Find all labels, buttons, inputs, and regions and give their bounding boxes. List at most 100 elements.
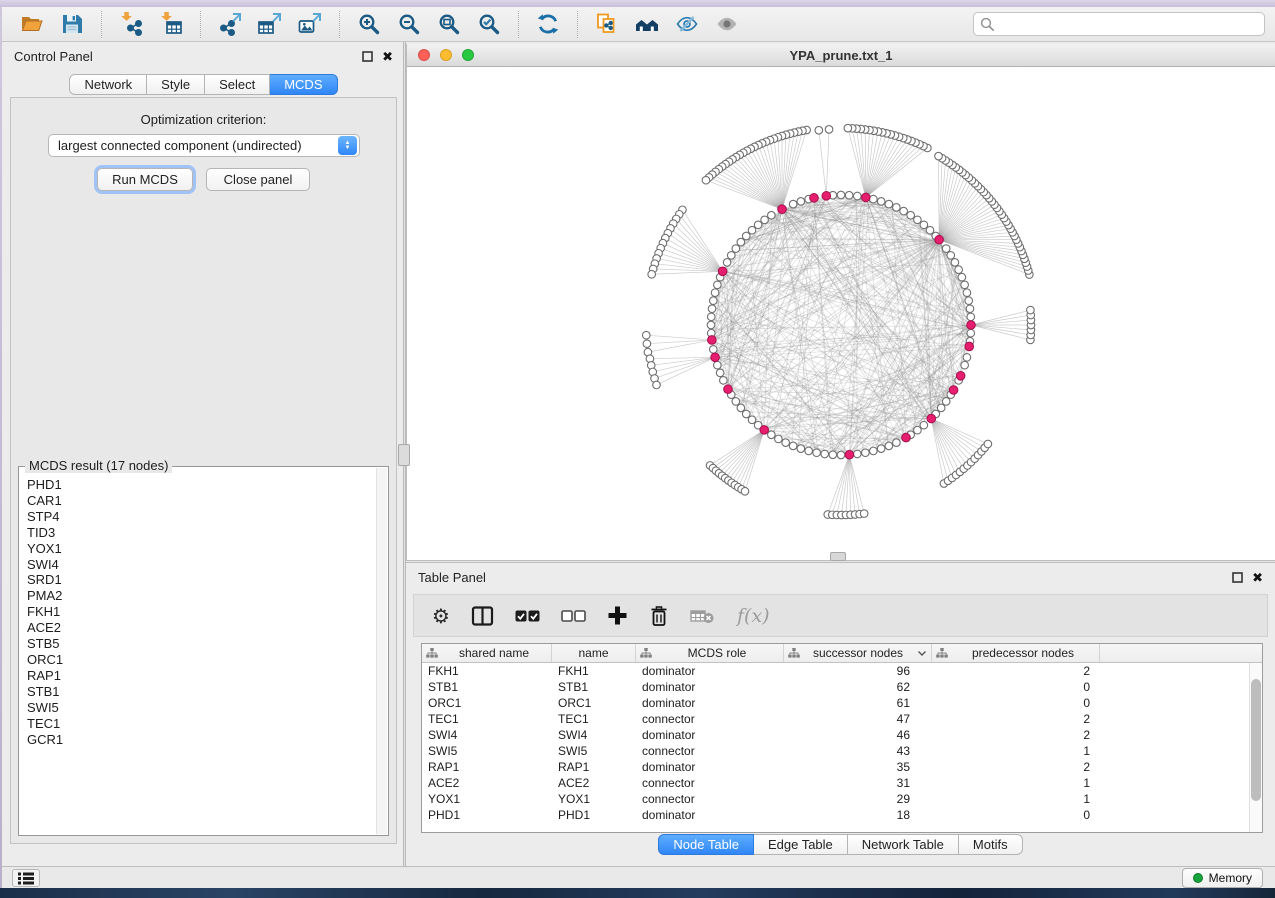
export-network-icon[interactable] [214, 9, 246, 39]
column-visibility-icon[interactable] [471, 605, 494, 627]
close-table-panel-icon[interactable]: ✖ [1252, 571, 1263, 584]
zoom-in-icon[interactable] [353, 9, 385, 39]
mcds-result-item[interactable]: GCR1 [27, 732, 376, 748]
mcds-result-item[interactable]: YOX1 [27, 541, 376, 557]
control-panel-tabs: NetworkStyleSelectMCDS [69, 74, 337, 95]
search-icon [980, 17, 995, 32]
task-history-button[interactable] [12, 869, 40, 887]
show-all-icon[interactable] [711, 9, 743, 39]
import-table-icon[interactable] [155, 9, 187, 39]
table-cell: connector [636, 743, 784, 759]
toolbar-separator [200, 11, 201, 38]
import-network-icon[interactable] [115, 9, 147, 39]
close-panel-button[interactable]: Close panel [206, 168, 310, 191]
memory-status-icon [1193, 873, 1203, 883]
table-row[interactable]: ACE2ACE2connector311 [422, 775, 1249, 791]
search-input[interactable] [995, 17, 1258, 32]
network-window-titlebar[interactable]: YPA_prune.txt_1 [407, 44, 1275, 67]
tab-mcds[interactable]: MCDS [270, 74, 337, 95]
table-row[interactable]: FKH1FKH1dominator962 [422, 663, 1249, 679]
network-window-title: YPA_prune.txt_1 [407, 48, 1275, 63]
toolbar-separator [339, 11, 340, 38]
column-header-name[interactable]: name [552, 644, 636, 662]
delete-columns-icon[interactable] [649, 605, 669, 627]
mcds-result-item[interactable]: TID3 [27, 525, 376, 541]
select-all-rows-icon[interactable] [515, 608, 540, 624]
hide-selected-icon[interactable] [671, 9, 703, 39]
table-row[interactable]: PHD1PHD1dominator180 [422, 807, 1249, 823]
zoom-fit-icon[interactable] [433, 9, 465, 39]
tab-network[interactable]: Network [69, 74, 147, 95]
column-header-filler [1100, 644, 1262, 662]
mcds-result-item[interactable]: STB1 [27, 684, 376, 700]
close-panel-icon[interactable]: ✖ [382, 50, 393, 63]
network-graph[interactable] [407, 67, 1275, 560]
zoom-out-icon[interactable] [393, 9, 425, 39]
tab-select[interactable]: Select [205, 74, 270, 95]
mcds-result-item[interactable]: RAP1 [27, 668, 376, 684]
first-neighbors-icon[interactable] [631, 9, 663, 39]
mcds-result-item[interactable]: STP4 [27, 509, 376, 525]
mcds-result-item[interactable]: SWI5 [27, 700, 376, 716]
mcds-result-item[interactable]: SRD1 [27, 572, 376, 588]
zoom-selected-icon[interactable] [473, 9, 505, 39]
mcds-result-item[interactable]: SWI4 [27, 557, 376, 573]
float-table-panel-icon[interactable] [1232, 572, 1243, 583]
refresh-view-icon[interactable] [532, 9, 564, 39]
table-scrollbar[interactable] [1249, 663, 1262, 832]
table-row[interactable]: ORC1ORC1dominator610 [422, 695, 1249, 711]
vertical-splitter-handle[interactable] [398, 444, 410, 466]
mcds-result-box: MCDS result (17 nodes) PHD1CAR1STP4TID3Y… [18, 466, 389, 836]
column-header-successor-nodes[interactable]: successor nodes [784, 644, 932, 662]
column-header-predecessor-nodes[interactable]: predecessor nodes [932, 644, 1100, 662]
column-header-MCDS-role[interactable]: MCDS role [636, 644, 784, 662]
table-cell: 47 [784, 711, 932, 727]
duplicate-network-icon[interactable] [591, 9, 623, 39]
add-column-icon[interactable] [607, 605, 628, 626]
tab-style[interactable]: Style [147, 74, 205, 95]
node-table: shared namenameMCDS rolesuccessor nodesp… [421, 643, 1263, 833]
open-file-icon[interactable] [16, 9, 48, 39]
table-cell: dominator [636, 679, 784, 695]
result-scrollbar[interactable] [376, 468, 387, 834]
mcds-result-item[interactable]: FKH1 [27, 604, 376, 620]
table-row[interactable]: STB1STB1dominator620 [422, 679, 1249, 695]
run-mcds-button[interactable]: Run MCDS [97, 168, 193, 191]
mcds-result-list[interactable]: PHD1CAR1STP4TID3YOX1SWI4SRD1PMA2FKH1ACE2… [20, 468, 376, 834]
table-row[interactable]: TEC1TEC1connector472 [422, 711, 1249, 727]
tab-edge-table[interactable]: Edge Table [754, 834, 848, 855]
table-cell: YOX1 [422, 791, 552, 807]
mcds-result-item[interactable]: CAR1 [27, 493, 376, 509]
network-view-window: YPA_prune.txt_1 [406, 44, 1275, 560]
table-settings-gear-icon[interactable]: ⚙ [432, 604, 450, 628]
mcds-result-item[interactable]: ORC1 [27, 652, 376, 668]
tab-node-table[interactable]: Node Table [658, 834, 754, 855]
table-row[interactable]: RAP1RAP1dominator352 [422, 759, 1249, 775]
table-cell: SWI4 [422, 727, 552, 743]
tab-motifs[interactable]: Motifs [959, 834, 1023, 855]
table-row[interactable]: SWI4SWI4dominator462 [422, 727, 1249, 743]
tab-network-table[interactable]: Network Table [848, 834, 959, 855]
float-panel-icon[interactable] [362, 51, 373, 62]
table-cell: TEC1 [552, 711, 636, 727]
column-header-shared-name[interactable]: shared name [422, 644, 552, 662]
memory-button[interactable]: Memory [1182, 868, 1263, 888]
horizontal-splitter-handle[interactable] [830, 552, 846, 561]
mcds-result-item[interactable]: TEC1 [27, 716, 376, 732]
table-row[interactable]: SWI5SWI5connector431 [422, 743, 1249, 759]
mcds-result-item[interactable]: PMA2 [27, 588, 376, 604]
mcds-result-item[interactable]: PHD1 [27, 477, 376, 493]
table-cell: connector [636, 791, 784, 807]
export-image-icon[interactable] [294, 9, 326, 39]
criterion-select[interactable]: largest connected component (undirected)… [48, 134, 360, 157]
network-canvas[interactable] [407, 67, 1275, 560]
table-scrollbar-thumb[interactable] [1251, 679, 1261, 801]
mcds-result-item[interactable]: STB5 [27, 636, 376, 652]
export-table-icon[interactable] [254, 9, 286, 39]
control-panel-header: Control Panel ✖ [2, 44, 405, 68]
deselect-all-rows-icon[interactable] [561, 608, 586, 624]
save-session-icon[interactable] [56, 9, 88, 39]
search-box[interactable] [973, 12, 1265, 36]
table-row[interactable]: YOX1YOX1connector291 [422, 791, 1249, 807]
mcds-result-item[interactable]: ACE2 [27, 620, 376, 636]
